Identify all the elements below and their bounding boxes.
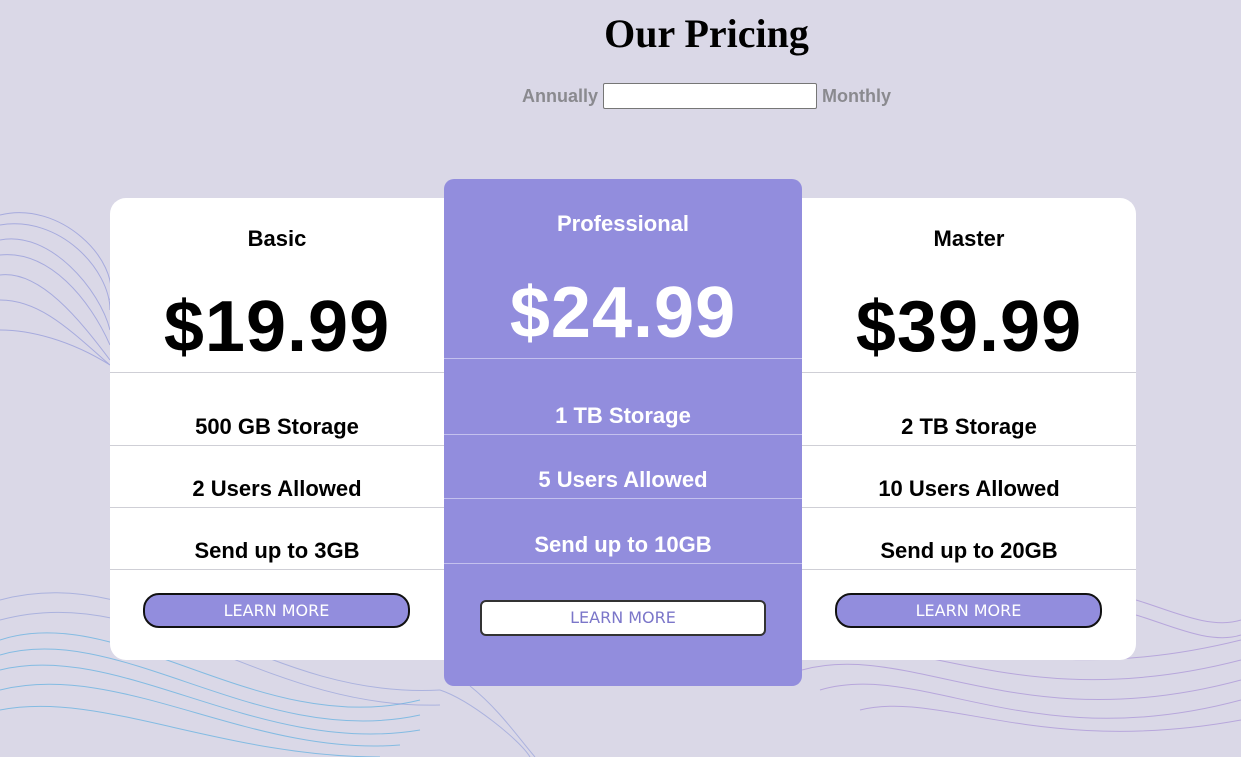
billing-toggle-input[interactable]	[603, 83, 818, 109]
divider	[802, 445, 1136, 446]
plan-price: $19.99	[163, 287, 391, 367]
plan-price: $39.99	[855, 287, 1083, 367]
learn-more-button-professional[interactable]: LEARN MORE	[480, 600, 766, 636]
billing-toggle: Annually Monthly	[522, 83, 891, 109]
divider	[110, 569, 444, 570]
divider	[110, 507, 444, 508]
feature-transfer: Send up to 3GB	[194, 538, 360, 563]
annually-label: Annually	[522, 85, 599, 106]
monthly-label: Monthly	[822, 85, 892, 106]
feature-transfer: Send up to 10GB	[534, 532, 712, 557]
divider	[802, 507, 1136, 508]
pricing-card-master: Master $39.99 2 TB Storage 10 Users Allo…	[802, 198, 1136, 660]
plan-name: Basic	[247, 226, 307, 251]
plan-price: $24.99	[509, 273, 737, 353]
divider	[444, 563, 802, 564]
divider	[110, 445, 444, 446]
plan-name: Professional	[556, 211, 690, 236]
divider	[444, 498, 802, 499]
divider	[802, 372, 1136, 373]
learn-more-button-master[interactable]: LEARN MORE	[835, 593, 1102, 628]
divider	[444, 358, 802, 359]
divider	[110, 372, 444, 373]
feature-storage: 1 TB Storage	[555, 403, 691, 428]
learn-more-button-basic[interactable]: LEARN MORE	[143, 593, 410, 628]
feature-users: 10 Users Allowed	[878, 476, 1060, 501]
divider	[444, 434, 802, 435]
feature-users: 5 Users Allowed	[538, 467, 708, 492]
plan-name: Master	[933, 226, 1005, 251]
feature-storage: 2 TB Storage	[901, 414, 1037, 439]
pricing-card-professional: Professional $24.99 1 TB Storage 5 Users…	[444, 179, 802, 686]
pricing-card-basic: Basic $19.99 500 GB Storage 2 Users Allo…	[110, 198, 444, 660]
divider	[802, 569, 1136, 570]
feature-storage: 500 GB Storage	[195, 414, 359, 439]
feature-users: 2 Users Allowed	[192, 476, 362, 501]
feature-transfer: Send up to 20GB	[880, 538, 1058, 563]
page-title: Our Pricing	[604, 11, 809, 56]
